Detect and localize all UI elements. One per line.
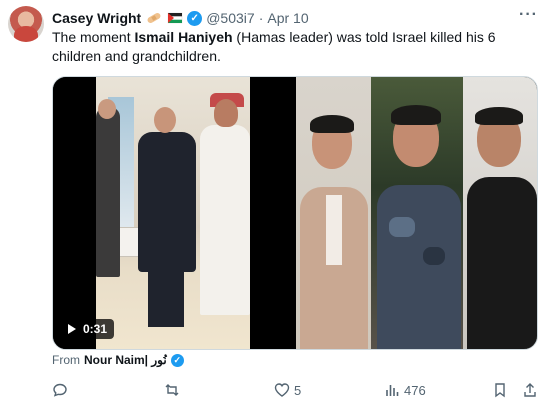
tweet-text-part1: The moment [52, 29, 135, 45]
source-attribution: From Nour Naim| نُور ✓ [52, 353, 184, 367]
verified-badge-icon: ✓ [187, 10, 203, 26]
video-duration: 0:31 [83, 322, 108, 336]
bandage-emoji-icon [146, 11, 162, 25]
reply-icon [53, 383, 67, 397]
avatar[interactable] [8, 6, 44, 42]
play-icon [68, 324, 76, 334]
like-count: 5 [294, 382, 302, 398]
reply-button[interactable] [52, 380, 72, 400]
author-handle[interactable]: @503i7 [206, 10, 254, 26]
photo-3[interactable] [463, 77, 537, 349]
like-button[interactable]: 5 [274, 380, 301, 400]
bookmark-button[interactable] [492, 380, 508, 400]
photo-2[interactable] [371, 77, 463, 349]
more-options-icon[interactable]: ··· [519, 6, 538, 24]
separator-dot: · [258, 10, 264, 26]
tweet-text: The moment Ismail Haniyeh (Hamas leader)… [52, 28, 532, 66]
action-bar: 5 476 [0, 380, 552, 400]
video-duration-badge[interactable]: 0:31 [61, 319, 115, 339]
retweet-button[interactable] [164, 380, 184, 400]
photo-1[interactable] [296, 77, 371, 349]
flag-emoji-icon [167, 11, 183, 25]
views-chart-icon [386, 385, 399, 396]
heart-icon [274, 383, 290, 397]
video-frame [96, 77, 250, 349]
author-name[interactable]: Casey Wright [52, 10, 141, 26]
bookmark-icon [495, 383, 505, 398]
share-button[interactable] [522, 380, 538, 400]
media-grid[interactable]: 0:31 [52, 76, 538, 350]
source-prefix: From [52, 353, 80, 367]
share-icon [524, 383, 536, 397]
views-button[interactable]: 476 [384, 380, 426, 400]
tweet-text-bold: Ismail Haniyeh [134, 29, 233, 45]
video-player[interactable]: 0:31 [53, 77, 296, 349]
source-verified-icon: ✓ [170, 353, 184, 367]
source-name[interactable]: Nour Naim| نُور [84, 353, 167, 367]
retweet-icon [165, 384, 179, 396]
views-count: 476 [404, 382, 426, 398]
tweet-date[interactable]: Apr 10 [267, 10, 308, 26]
tweet-header: Casey Wright ✓ @503i7 · Apr 10 [52, 8, 309, 28]
